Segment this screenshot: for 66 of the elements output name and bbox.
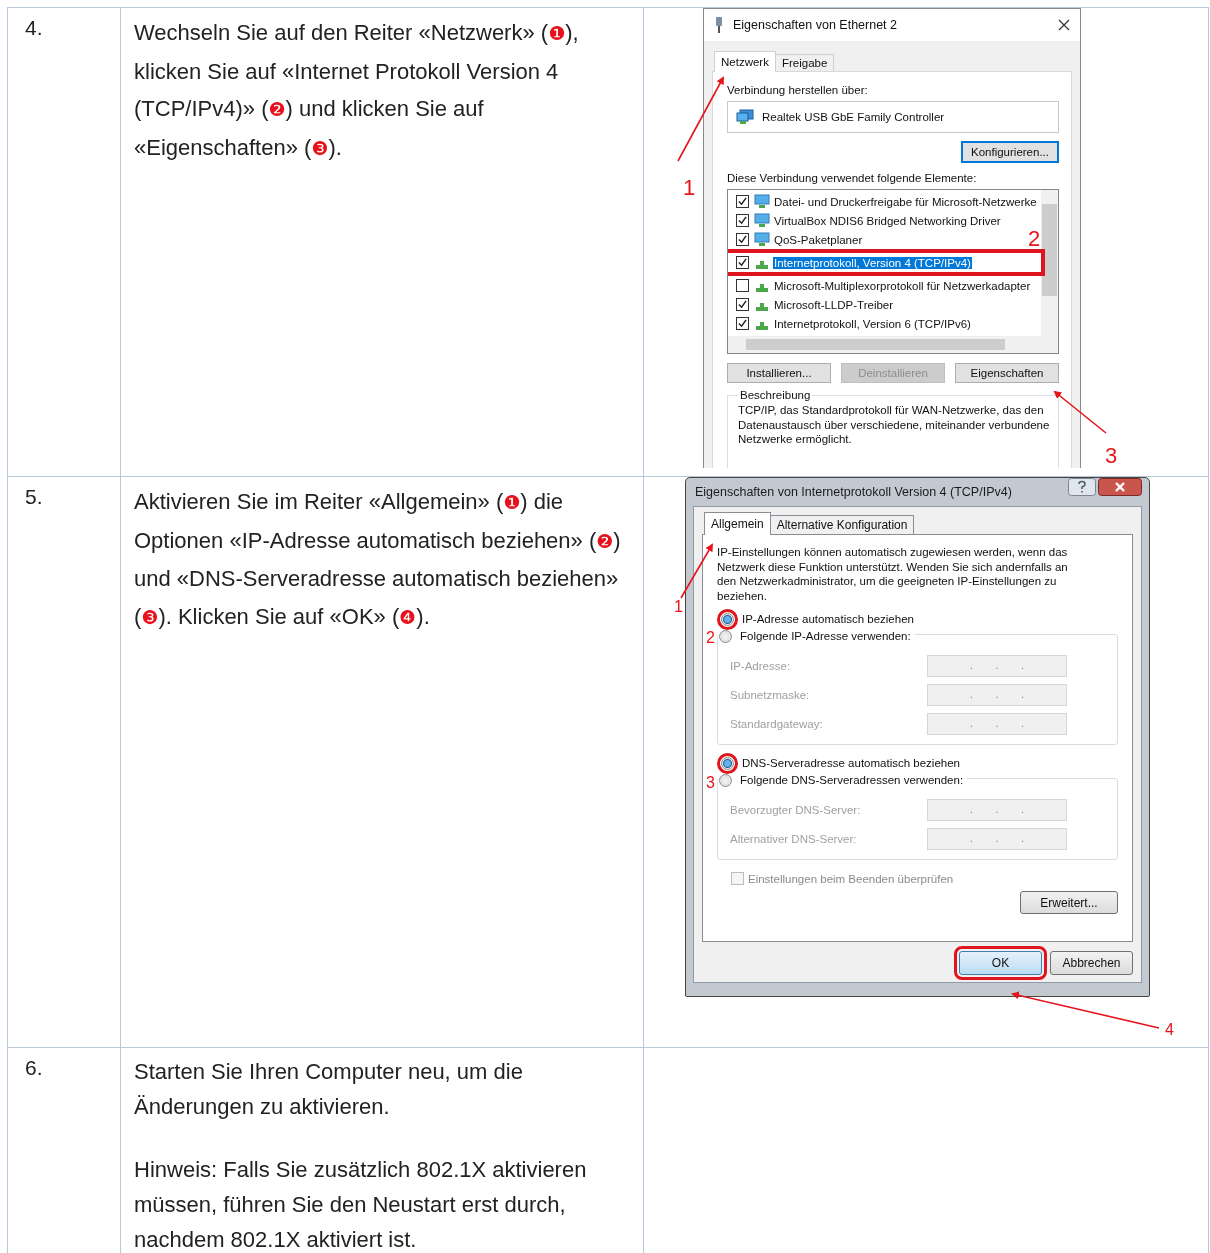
field-label: Verbindung herstellen über: (727, 84, 869, 96)
radio-button[interactable] (719, 773, 732, 787)
checkbox[interactable] (736, 298, 749, 311)
advanced-button[interactable]: Erweitert... (1020, 891, 1118, 914)
instruction-text: Starten Sie Ihren Computer neu, um die Änderungen zu aktivieren. (134, 1058, 524, 1121)
component-list-item[interactable]: Microsoft-Multiplexorprotokoll für Netzwerkadapter (728, 276, 1032, 295)
window-title: Eigenschaften von Ethernet 2 (733, 18, 898, 32)
checkbox[interactable] (736, 214, 749, 227)
step-number: 5. (25, 485, 43, 508)
annotation-number: 4 (1165, 1021, 1174, 1038)
field-label: Alternativer DNS-Server: (730, 832, 858, 845)
configure-button[interactable]: Konfigurieren... (961, 141, 1059, 163)
network-adapter-icon (736, 109, 754, 125)
annotation-number: 2 (706, 629, 715, 646)
monitor-icon (754, 194, 770, 209)
checkbox[interactable] (736, 317, 749, 330)
close-icon[interactable] (1098, 478, 1142, 496)
tab[interactable]: Netzwerk (714, 51, 776, 72)
field-label: Subnetzmaske: (730, 688, 811, 701)
component-list-item[interactable]: Internetprotokoll, Version 6 (TCP/IPv6) (728, 314, 972, 333)
monitor-icon (754, 213, 770, 228)
monitor-icon (754, 232, 770, 247)
tab[interactable]: Allgemein (704, 512, 771, 535)
annotation-number: 3 (1105, 443, 1118, 468)
annotation-number: 1 (683, 175, 696, 200)
dialog-button[interactable]: Abbrechen (1050, 951, 1133, 975)
annotation-number: 3 (706, 774, 715, 791)
field-label: Standardgateway: (730, 717, 824, 730)
description-text: TCP/IP, das Standardprotokoll für WAN-Netzwerke, das den Datenaustausch über verschiedene, miteinander verbundene Netzwerke ermöglicht. (738, 403, 1050, 447)
field-label: Bevorzugter DNS-Server: (730, 803, 862, 816)
radio-button[interactable] (719, 629, 732, 643)
field-label: IP-Adresse: (730, 659, 792, 672)
scrollbar[interactable] (728, 336, 1058, 353)
component-list-item[interactable]: Internetprotokoll, Version 4 (TCP/IPv4) (728, 253, 1041, 272)
dialog-button[interactable]: Installieren... (727, 363, 831, 383)
instruction-text: Hinweis: Falls Sie zusätzlich 802.1X aktivieren müssen, führen Sie den Neustart erst durch, nachdem 802.1X aktiviert ist. (134, 1156, 588, 1253)
adapter-field: Realtek USB GbE Family Controller (727, 101, 1059, 133)
checkbox[interactable] (736, 233, 749, 246)
annotation-number: 1 (674, 598, 683, 615)
dialog-button[interactable]: Eigenschaften (955, 363, 1059, 383)
scrollbar[interactable] (1041, 190, 1058, 336)
checkbox[interactable] (736, 195, 749, 208)
checkbox[interactable] (736, 256, 749, 269)
info-text: IP-Einstellungen können automatisch zugewiesen werden, wenn das Netzwerk diese Funktion unterstützt. Wenden Sie sich andernfalls an den Netzwerkadministrator, um die geeigneten IP-Einstellungen zu beziehen. (717, 545, 1069, 603)
window-title: Eigenschaften von Internetprotokoll Version 4 (TCP/IPv4) (694, 485, 1012, 499)
radio-button[interactable] (721, 612, 734, 626)
plug-icon (714, 17, 724, 33)
component-list-item[interactable]: Microsoft-LLDP-Treiber (728, 295, 895, 314)
checkbox[interactable] (736, 279, 749, 292)
help-icon[interactable] (1068, 478, 1096, 496)
instruction-text: Aktivieren Sie im Reiter «Allgemein» (❶) die Optionen «IP-Adresse automatisch beziehen» (❷) und «DNS-Serveradresse automatisch beziehen» (❸). Klicken Sie auf «OK» (❹). (134, 488, 622, 631)
component-list-item[interactable]: Datei- und Druckerfreigabe für Microsoft-Netzwerke (728, 192, 1038, 211)
annotation-arrow (1053, 390, 1107, 434)
step-number: 4. (25, 16, 43, 39)
close-icon[interactable] (1058, 19, 1070, 31)
group-title: Beschreibung (739, 389, 812, 401)
tab[interactable]: Alternative Konfiguration (769, 515, 915, 534)
component-list-item[interactable]: VirtualBox NDIS6 Bridged Networking Driver (728, 211, 1002, 230)
tab[interactable]: Freigabe (774, 54, 835, 71)
annotation-arrow (680, 543, 713, 599)
step-number: 6. (25, 1056, 43, 1079)
component-list-item[interactable]: QoS-Paketplaner (728, 230, 864, 249)
annotation-number: 2 (1028, 226, 1041, 251)
instruction-text: Wechseln Sie auf den Reiter «Netzwerk» (❶), klicken Sie auf «Internet Protokoll Version 4 (TCP/IPv4)» (❷) und klicken Sie auf «Eigenschaften» (❸). (134, 19, 580, 162)
radio-button[interactable] (721, 756, 734, 770)
field-label: Diese Verbindung verwendet folgende Elemente: (727, 172, 978, 184)
